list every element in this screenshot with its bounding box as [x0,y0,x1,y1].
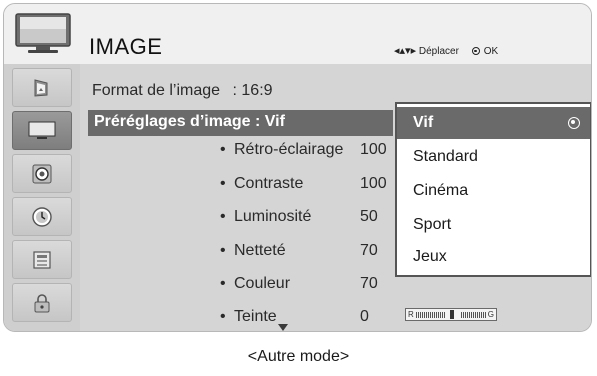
figure-caption: <Autre mode> [247,348,350,365]
sidebar-item-time[interactable] [12,197,72,236]
tint-slider-handle[interactable] [450,310,454,319]
setting-brightness-value: 50 [360,208,378,225]
setting-backlight-label: Rétro-éclairage [234,141,344,158]
clock-icon [32,206,52,227]
setting-tint-label: Teinte [234,308,277,325]
tv-screen-icon [28,121,56,139]
move-label: Déplacer [418,46,459,57]
format-value: : 16:9 [232,82,273,99]
format-label: Format de l’image [92,82,221,99]
radio-selected-icon [568,117,580,129]
setting-tint-value: 0 [360,308,369,325]
setting-color-value: 70 [360,275,378,292]
setting-backlight-value: 100 [360,141,387,158]
preset-option-cinema[interactable]: Cinéma [397,175,590,207]
option-icon [33,250,51,269]
speaker-icon [32,164,52,183]
format-row[interactable]: Format de l’image : 16:9 [92,82,273,100]
page-title: IMAGE [89,34,163,59]
preset-option-sport[interactable]: Sport [397,209,590,241]
tint-slider[interactable]: R G [405,308,497,321]
sidebar-item-picture[interactable] [12,68,72,107]
setting-color-label: Couleur [234,275,291,292]
lock-icon [34,293,50,312]
navigation-arrows-icon: ◂▴▾▸ [394,45,417,57]
preset-option-standard[interactable]: Standard [397,141,590,173]
picture-icon [34,78,48,97]
tint-green-label: G [487,310,494,319]
sidebar [4,64,80,331]
preset-row[interactable]: Préréglages d’image : Vif [88,110,393,136]
ok-button-icon [471,47,480,55]
preset-option-jeux[interactable]: Jeux [397,241,590,273]
preset-label: Préréglages d’image : Vif [94,113,285,130]
sidebar-item-lock[interactable] [12,283,72,322]
sidebar-item-audio[interactable] [12,154,72,193]
setting-sharpness-label: Netteté [234,242,286,259]
tv-monitor-icon [15,13,71,53]
preset-dropdown: Vif Standard Cinéma Sport Jeux [395,102,591,277]
setting-contrast-value: 100 [360,175,387,192]
setting-brightness-label: Luminosité [234,208,312,225]
preset-option-vif[interactable]: Vif [397,107,590,139]
menu-header: IMAGE ◂▴▾▸ Déplacer OK [4,4,591,64]
tv-menu-screen: IMAGE ◂▴▾▸ Déplacer OK Format de l’image… [3,3,592,332]
scroll-down-icon[interactable] [278,324,288,331]
sidebar-item-image[interactable] [12,111,72,150]
navigation-help: ◂▴▾▸ Déplacer OK [394,44,498,57]
tint-red-label: R [408,310,414,319]
setting-contrast-label: Contraste [234,175,304,192]
setting-sharpness-value: 70 [360,242,378,259]
sidebar-item-option[interactable] [12,240,72,279]
ok-label: OK [483,46,499,57]
